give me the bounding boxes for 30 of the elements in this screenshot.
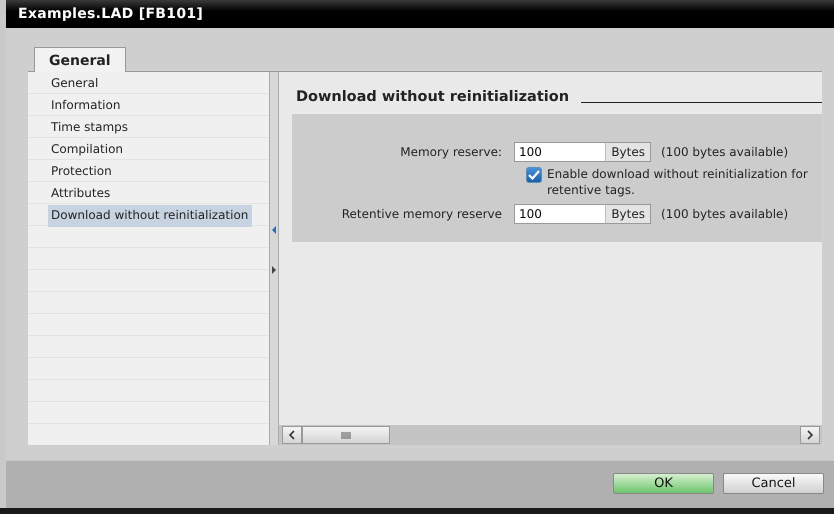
sidebar-item[interactable]: Download without reinitialization [48, 205, 252, 227]
scrollbar-thumb[interactable] [302, 426, 390, 444]
sidebar-item[interactable]: Time stamps [48, 117, 132, 139]
section-heading: Download without reinitialization [296, 88, 570, 106]
ok-button[interactable]: OK [613, 473, 714, 494]
unit-label: Bytes [605, 142, 651, 162]
sidebar-item[interactable]: General [48, 73, 102, 95]
sidebar-item[interactable]: Compilation [48, 139, 128, 161]
sidebar-item[interactable]: Information [48, 95, 124, 117]
available-note: (100 bytes available) [660, 144, 788, 161]
checkbox-label: Enable download without reinitialization for retentive tags. [547, 166, 809, 198]
window-title: Examples.LAD [FB101] [18, 6, 204, 22]
horizontal-scrollbar[interactable] [279, 425, 822, 445]
field-label: Memory reserve: [399, 144, 503, 161]
sidebar-item[interactable]: Attributes [48, 183, 114, 205]
chevron-left-icon [289, 430, 295, 440]
tab[interactable]: General [34, 47, 126, 72]
scroll-left-button[interactable] [282, 426, 302, 444]
available-note: (100 bytes available) [660, 206, 788, 223]
checkbox[interactable] [526, 167, 542, 183]
input-field[interactable]: 100 [514, 142, 606, 162]
field-label: Retentive memory reserve [340, 206, 503, 223]
chevron-right-icon [807, 430, 813, 440]
unit-label: Bytes [605, 204, 651, 224]
cancel-button[interactable]: Cancel [723, 473, 824, 494]
sidebar-item[interactable]: Protection [48, 161, 116, 183]
scroll-right-button[interactable] [800, 426, 820, 444]
input-field[interactable]: 100 [514, 204, 606, 224]
left-arrow-icon[interactable] [271, 224, 278, 236]
right-arrow-icon[interactable] [271, 264, 278, 276]
